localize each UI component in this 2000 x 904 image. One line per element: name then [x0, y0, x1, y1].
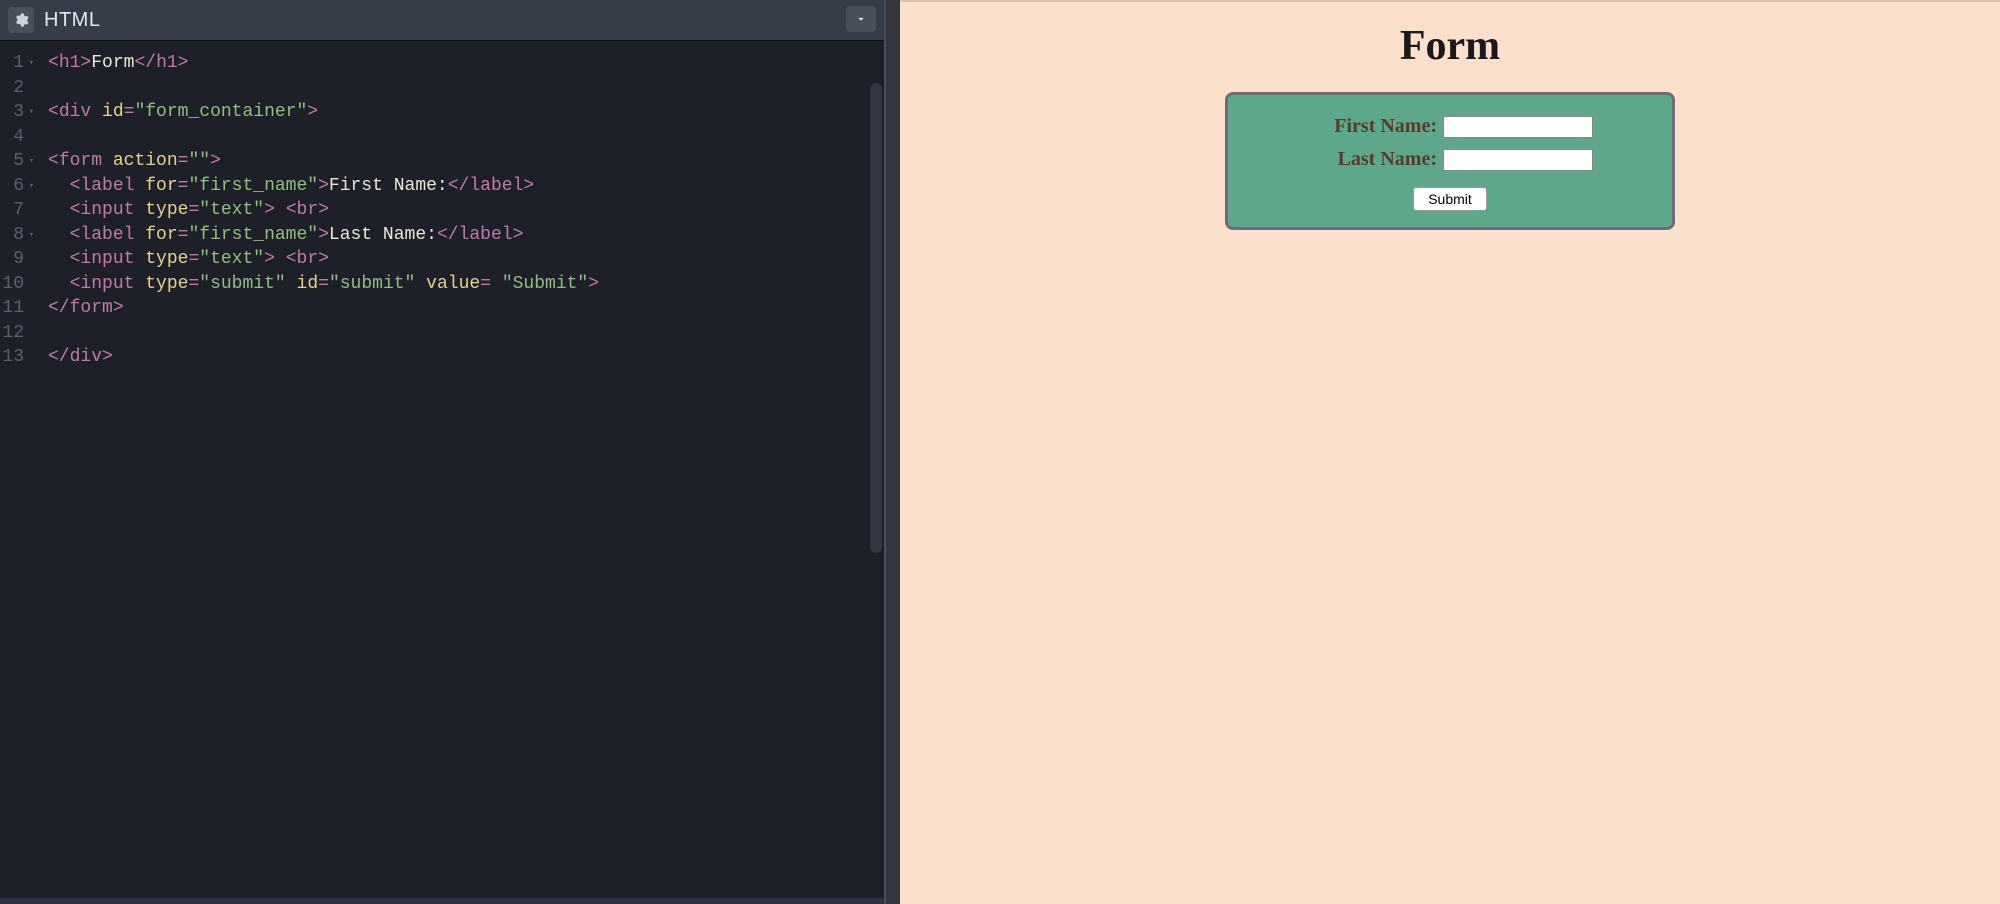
- code-line[interactable]: <input type="text"> <br>: [48, 247, 876, 272]
- last-name-input[interactable]: [1443, 149, 1593, 171]
- line-gutter: 1▾23▾45▾6▾78▾910111213: [0, 41, 40, 898]
- line-number: 13: [0, 345, 34, 370]
- editor-status-bar: [0, 898, 884, 904]
- gear-icon: [13, 12, 29, 28]
- line-number: 1▾: [0, 51, 34, 76]
- line-number: 7: [0, 198, 34, 223]
- line-number: 12: [0, 321, 34, 346]
- demo-form: First Name: Last Name:: [1244, 115, 1656, 211]
- line-number: 11: [0, 296, 34, 321]
- line-number: 10: [0, 272, 34, 297]
- code-line[interactable]: <h1>Form</h1>: [48, 51, 876, 76]
- code-line[interactable]: <label for="first_name">Last Name:</labe…: [48, 223, 876, 248]
- form-container: First Name: Last Name:: [1225, 92, 1675, 230]
- first-name-input[interactable]: [1443, 116, 1593, 138]
- code-line[interactable]: </form>: [48, 296, 876, 321]
- line-number: 4: [0, 125, 34, 150]
- last-name-row: Last Name:: [1244, 148, 1656, 171]
- app-root: HTML 1▾23▾45▾6▾78▾910111213 <h1>Form</h1…: [0, 0, 2000, 904]
- chevron-down-icon: [854, 12, 868, 26]
- editor-collapse-button[interactable]: [846, 6, 876, 32]
- code-body[interactable]: <h1>Form</h1> <div id="form_container"> <f…: [40, 41, 884, 898]
- line-number: 8▾: [0, 223, 34, 248]
- first-name-label: First Name:: [1307, 115, 1437, 138]
- code-area[interactable]: 1▾23▾45▾6▾78▾910111213 <h1>Form</h1> <div…: [0, 40, 884, 898]
- editor-settings-button[interactable]: [8, 7, 34, 33]
- line-number: 2: [0, 76, 34, 101]
- editor-title: HTML: [44, 9, 100, 32]
- line-number: 5▾: [0, 149, 34, 174]
- code-line[interactable]: [48, 76, 876, 101]
- code-line[interactable]: <input type="text"> <br>: [48, 198, 876, 223]
- last-name-label: Last Name:: [1307, 148, 1437, 171]
- panel-resize-handle[interactable]: [886, 0, 900, 904]
- line-number: 9: [0, 247, 34, 272]
- code-line[interactable]: <form action="">: [48, 149, 876, 174]
- editor-scrollbar[interactable]: [870, 83, 882, 553]
- editor-header: HTML: [0, 0, 884, 40]
- page-title: Form: [920, 22, 1980, 70]
- first-name-row: First Name:: [1244, 115, 1656, 138]
- code-line[interactable]: <input type="submit" id="submit" value= …: [48, 272, 876, 297]
- line-number: 6▾: [0, 174, 34, 199]
- code-line[interactable]: <label for="first_name">First Name:</lab…: [48, 174, 876, 199]
- preview-panel: Form First Name: Last Name:: [900, 0, 2000, 904]
- code-line[interactable]: </div>: [48, 345, 876, 370]
- submit-button[interactable]: [1413, 187, 1487, 211]
- line-number: 3▾: [0, 100, 34, 125]
- code-line[interactable]: <div id="form_container">: [48, 100, 876, 125]
- code-line[interactable]: [48, 321, 876, 346]
- code-line[interactable]: [48, 125, 876, 150]
- editor-panel: HTML 1▾23▾45▾6▾78▾910111213 <h1>Form</h1…: [0, 0, 886, 904]
